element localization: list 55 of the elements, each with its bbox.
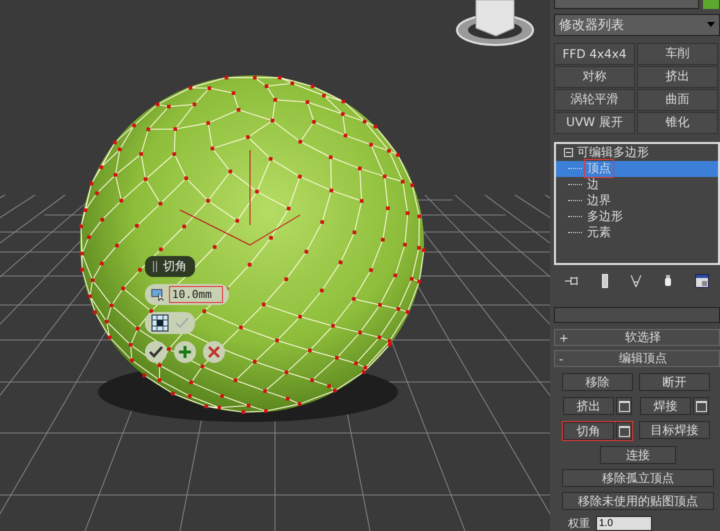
unique-icon[interactable]	[630, 275, 641, 288]
chamfer-type-icon[interactable]	[151, 286, 165, 302]
modifier-button[interactable]: 曲面	[637, 88, 718, 111]
pin-icon[interactable]	[565, 275, 580, 288]
configure-icon[interactable]	[694, 274, 709, 288]
modifier-button[interactable]: 锥化	[637, 112, 718, 134]
tool-button[interactable]: 移除孤立顶点	[562, 469, 714, 488]
stack-subitem[interactable]: 元素	[556, 224, 718, 241]
rollout-header[interactable]: - 编辑顶点	[554, 350, 720, 368]
modifier-button[interactable]: 车削	[637, 42, 718, 65]
tool-button[interactable]: 断开	[639, 373, 710, 392]
tool-button[interactable]: 移除	[562, 373, 633, 392]
weight-label: 权重	[568, 516, 590, 531]
rollout-title: 编辑顶点	[618, 350, 668, 368]
geosphere-drawing[interactable]	[79, 75, 426, 422]
modifier-list-dropdown[interactable]: 修改器列表	[554, 14, 720, 36]
modifier-button[interactable]: UVW 展开	[554, 112, 635, 134]
chamfer-amount-field[interactable]: 10.0mm	[169, 286, 223, 303]
settings-button[interactable]	[693, 397, 709, 416]
collapse-icon[interactable]	[564, 148, 573, 158]
weight-field[interactable]: 1.0	[596, 516, 652, 531]
modifier-button[interactable]: FFD 4x4x4	[554, 42, 635, 65]
stack-subitem[interactable]: 边界	[556, 192, 718, 209]
object-color-swatch[interactable]	[703, 0, 719, 9]
plus-icon	[178, 345, 192, 359]
tool-button[interactable]: 连接	[600, 446, 676, 464]
remove-modifier-icon[interactable]	[664, 275, 672, 288]
viewport[interactable]: 切角 10.0mm	[0, 0, 550, 531]
transform-gizmo-icon	[180, 150, 300, 246]
tool-button[interactable]: 目标焊接	[639, 421, 710, 440]
settings-button[interactable]	[616, 397, 632, 416]
modifier-button[interactable]: 对称	[554, 66, 635, 88]
rollout-title: 软选择	[624, 329, 662, 346]
tool-button[interactable]: 焊接	[640, 397, 691, 416]
tool-button[interactable]: 切角	[563, 422, 614, 440]
rollout-header[interactable]: + 软选择	[554, 329, 720, 346]
caddy-title: 切角	[163, 258, 187, 275]
rollout-toggle[interactable]: -	[559, 352, 571, 366]
show-result-icon[interactable]	[602, 274, 608, 288]
modifier-button[interactable]: 挤出	[637, 66, 718, 88]
tool-button[interactable]: 移除未使用的贴图顶点	[562, 492, 714, 510]
stack-item[interactable]: 可编辑多边形	[577, 144, 649, 162]
stack-subitem[interactable]: 边	[556, 176, 718, 193]
check-icon[interactable]	[175, 317, 189, 329]
grid-toggle-icon[interactable]	[151, 314, 169, 332]
rollout-toggle[interactable]: +	[559, 330, 571, 345]
dropdown-arrow-icon	[707, 22, 715, 28]
stack-subitem[interactable]: 多边形	[556, 208, 718, 225]
check-icon	[149, 346, 163, 358]
tool-button[interactable]: 挤出	[563, 397, 614, 416]
modifier-button[interactable]: 涡轮平滑	[554, 88, 635, 111]
close-icon	[208, 346, 220, 358]
settings-button[interactable]	[616, 422, 632, 440]
viewcube-icon[interactable]	[456, 0, 534, 46]
grip-icon[interactable]	[153, 261, 157, 272]
